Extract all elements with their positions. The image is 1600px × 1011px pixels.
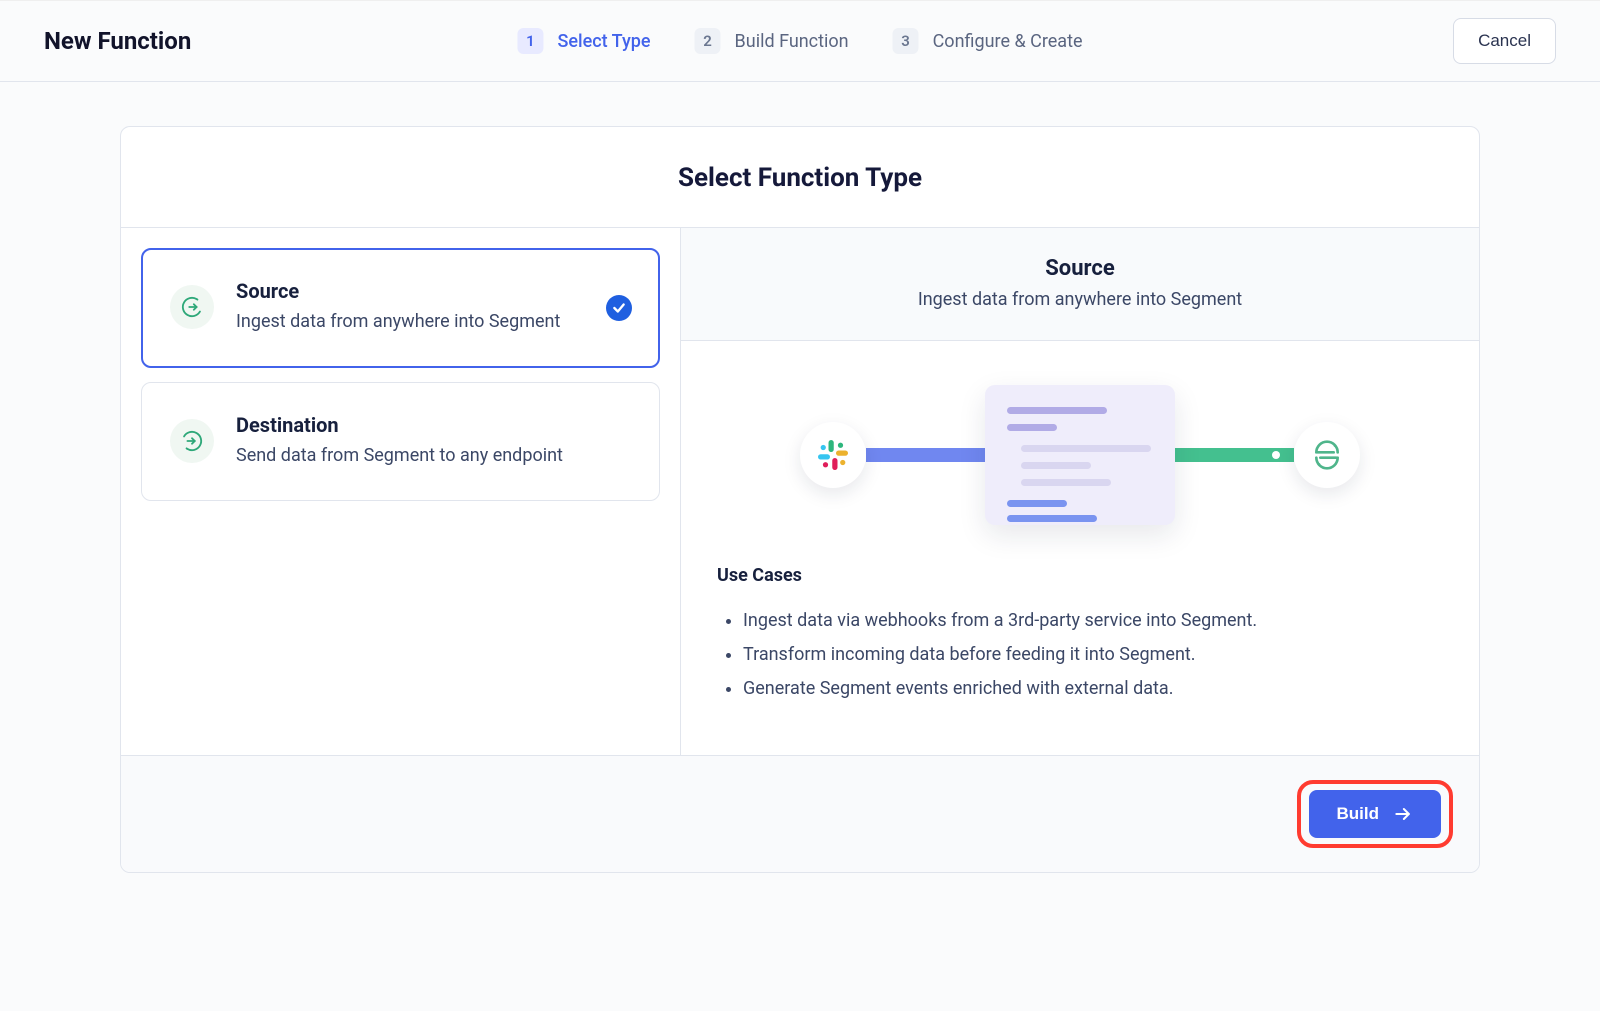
arrow-right-icon [1393,804,1413,824]
step-number: 2 [695,28,721,54]
use-case-item: Transform incoming data before feeding i… [743,638,1443,672]
step-label: Configure & Create [933,31,1083,52]
function-type-options: Source Ingest data from anywhere into Se… [121,228,681,755]
use-case-item: Generate Segment events enriched with ex… [743,672,1443,706]
detail-subtitle: Ingest data from anywhere into Segment [711,289,1449,310]
step-label: Build Function [735,31,849,52]
step-configure-create[interactable]: 3 Configure & Create [893,28,1083,54]
page-header: New Function 1 Select Type 2 Build Funct… [0,0,1600,82]
use-cases-section: Use Cases Ingest data via webhooks from … [681,565,1479,755]
export-arrow-icon [170,285,214,329]
option-description: Send data from Segment to any endpoint [236,441,631,471]
option-description: Ingest data from anywhere into Segment [236,307,631,337]
import-arrow-icon [170,419,214,463]
use-cases-heading: Use Cases [717,565,1443,586]
page-title: New Function [44,27,191,55]
cancel-button[interactable]: Cancel [1453,18,1556,64]
card-title: Select Function Type [121,127,1479,228]
step-build-function[interactable]: 2 Build Function [695,28,849,54]
function-type-card: Select Function Type Source Ingest data … [120,126,1480,873]
option-source[interactable]: Source Ingest data from anywhere into Se… [141,248,660,368]
use-case-item: Ingest data via webhooks from a 3rd-part… [743,604,1443,638]
card-footer: Build [121,755,1479,872]
build-button-highlight: Build [1297,780,1454,848]
connector-right [1175,448,1294,462]
build-button-label: Build [1337,804,1380,824]
detail-illustration [681,341,1479,565]
option-title: Source [236,279,631,303]
step-label: Select Type [557,31,650,52]
option-title: Destination [236,413,631,437]
slack-icon [800,422,866,488]
step-number: 3 [893,28,919,54]
option-destination[interactable]: Destination Send data from Segment to an… [141,382,660,502]
wizard-steps: 1 Select Type 2 Build Function 3 Configu… [517,28,1082,54]
connector-left [866,448,985,462]
segment-icon [1294,422,1360,488]
build-button[interactable]: Build [1309,790,1442,838]
step-number: 1 [517,28,543,54]
use-cases-list: Ingest data via webhooks from a 3rd-part… [717,604,1443,707]
step-select-type[interactable]: 1 Select Type [517,28,650,54]
detail-header: Source Ingest data from anywhere into Se… [681,228,1479,341]
detail-title: Source [711,256,1449,281]
code-document-icon [985,385,1175,525]
option-detail-panel: Source Ingest data from anywhere into Se… [681,228,1479,755]
check-icon [606,295,632,321]
